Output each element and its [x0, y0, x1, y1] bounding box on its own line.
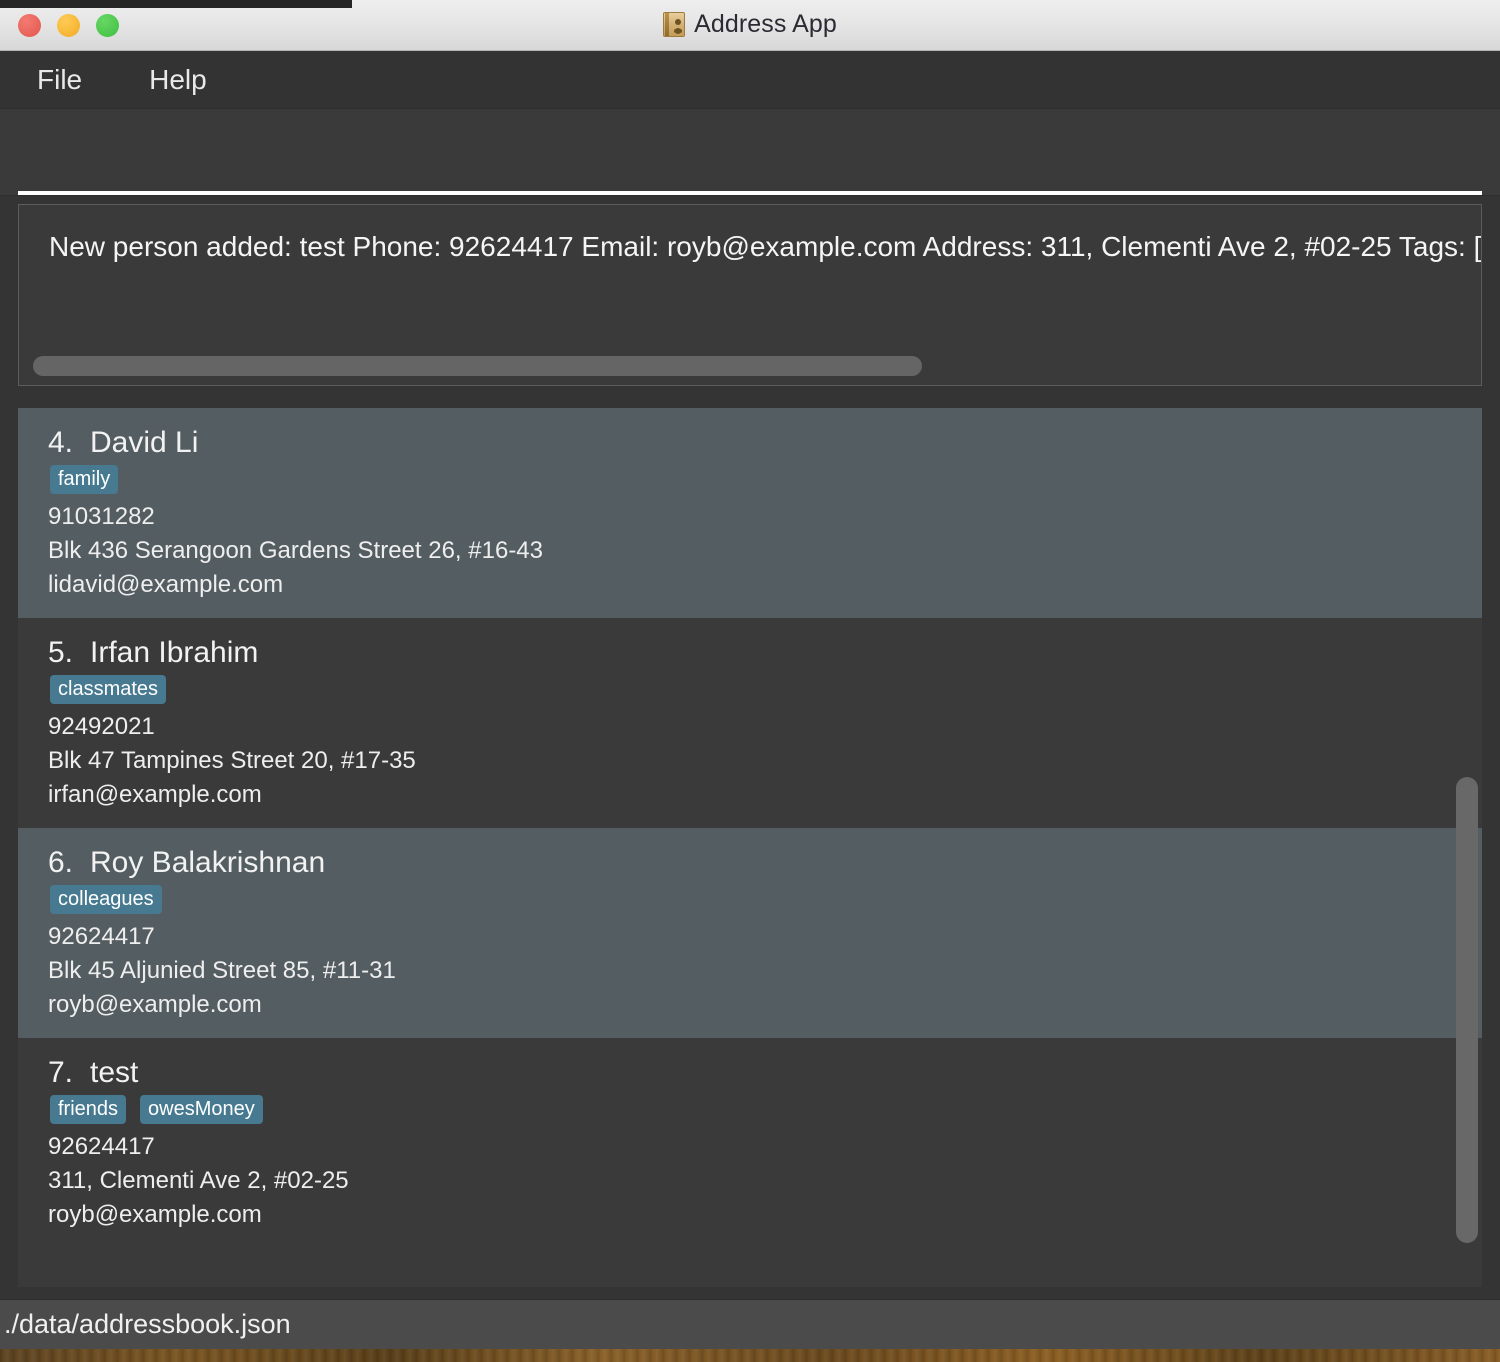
- person-index: 6.: [48, 846, 74, 879]
- person-header: 6. Roy Balakrishnan: [48, 846, 1482, 880]
- menubar: File Help: [0, 51, 1500, 108]
- person-phone: 91031282: [48, 503, 155, 530]
- person-email: lidavid@example.com: [48, 571, 284, 598]
- result-message: New person added: test Phone: 92624417 E…: [49, 231, 1482, 262]
- person-email: royb@example.com: [48, 991, 262, 1018]
- application-window: Address App File Help New person added: …: [0, 0, 1500, 1349]
- menu-item-help[interactable]: Help: [149, 64, 207, 96]
- person-tag: owesMoney: [140, 1095, 263, 1124]
- person-list-vertical-scrollbar-thumb[interactable]: [1456, 777, 1478, 1244]
- tag-row: colleagues: [50, 885, 1482, 914]
- window-title-group: Address App: [0, 10, 1500, 39]
- person-header: 4. David Li: [48, 426, 1482, 460]
- person-header: 5. Irfan Ibrahim: [48, 636, 1482, 670]
- zoom-window-button[interactable]: [96, 14, 119, 37]
- person-name: David Li: [90, 426, 199, 459]
- person-email: irfan@example.com: [48, 781, 262, 808]
- result-display-region: New person added: test Phone: 92624417 E…: [0, 196, 1500, 396]
- person-tag: classmates: [50, 675, 167, 704]
- person-tag: colleagues: [50, 885, 162, 914]
- person-name: Roy Balakrishnan: [90, 846, 326, 879]
- person-phone: 92624417: [48, 1133, 155, 1160]
- list-item[interactable]: 5. Irfan Ibrahim classmates 92492021 Blk…: [18, 618, 1482, 828]
- minimize-window-button[interactable]: [57, 14, 80, 37]
- result-horizontal-scrollbar-thumb[interactable]: [33, 356, 923, 376]
- person-header: 7. test: [48, 1056, 1482, 1090]
- command-input[interactable]: [18, 120, 1482, 195]
- menu-item-file[interactable]: File: [37, 64, 82, 96]
- person-tag: friends: [50, 1095, 127, 1124]
- status-file-path: ./data/addressbook.json: [4, 1309, 291, 1339]
- result-display-box: New person added: test Phone: 92624417 E…: [18, 204, 1482, 386]
- tag-row: family: [50, 465, 1482, 494]
- list-item[interactable]: 6. Roy Balakrishnan colleagues 92624417 …: [18, 828, 1482, 1038]
- person-address: Blk 47 Tampines Street 20, #17-35: [48, 747, 416, 774]
- person-list[interactable]: 4. David Li family 91031282 Blk 436 Sera…: [18, 408, 1482, 1287]
- window-title: Address App: [694, 10, 837, 38]
- address-book-icon: [663, 12, 686, 37]
- person-address: Blk 45 Aljunied Street 85, #11-31: [48, 957, 396, 984]
- person-index: 4.: [48, 426, 74, 459]
- person-list-region: 4. David Li family 91031282 Blk 436 Sera…: [0, 396, 1500, 1299]
- command-input-region: [0, 108, 1500, 196]
- person-name: test: [90, 1056, 139, 1089]
- close-window-button[interactable]: [18, 14, 41, 37]
- person-address: Blk 436 Serangoon Gardens Street 26, #16…: [48, 537, 543, 564]
- person-index: 5.: [48, 636, 74, 669]
- person-name: Irfan Ibrahim: [90, 636, 259, 669]
- result-horizontal-scrollbar[interactable]: [33, 356, 1467, 376]
- person-index: 7.: [48, 1056, 74, 1089]
- person-phone: 92624417: [48, 923, 155, 950]
- person-list-vertical-scrollbar[interactable]: [1456, 408, 1478, 1287]
- statusbar: ./data/addressbook.json: [0, 1299, 1500, 1349]
- list-item[interactable]: 7. test friends owesMoney 92624417 311, …: [18, 1038, 1482, 1248]
- person-tag: family: [50, 465, 119, 494]
- list-item[interactable]: 4. David Li family 91031282 Blk 436 Sera…: [18, 408, 1482, 618]
- person-address: 311, Clementi Ave 2, #02-25: [48, 1167, 349, 1194]
- tag-row: classmates: [50, 675, 1482, 704]
- tag-row: friends owesMoney: [50, 1095, 1482, 1124]
- person-email: royb@example.com: [48, 1201, 262, 1228]
- person-phone: 92492021: [48, 713, 155, 740]
- window-titlebar: Address App: [0, 0, 1500, 51]
